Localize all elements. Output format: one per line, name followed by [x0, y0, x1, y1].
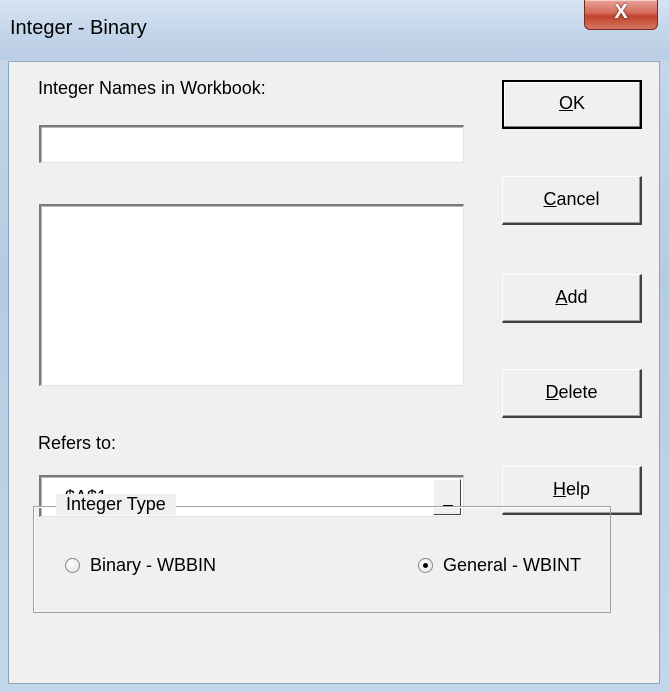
- refers-to-label: Refers to:: [38, 433, 117, 453]
- integer-names-label: Integer Names in Workbook:: [38, 78, 266, 98]
- title-bar[interactable]: Integer - Binary X: [0, 0, 669, 60]
- radio-binary-indicator: [65, 558, 80, 573]
- close-button[interactable]: X: [584, 0, 658, 30]
- ok-button[interactable]: OK: [502, 80, 642, 129]
- radio-general-indicator: [418, 558, 433, 573]
- ok-accel: O: [558, 93, 573, 113]
- add-accel: A: [555, 287, 568, 307]
- close-icon: X: [614, 1, 628, 23]
- radio-general-wbint[interactable]: General - WBINT: [418, 555, 581, 576]
- delete-button[interactable]: Delete: [502, 369, 642, 418]
- window-title: Integer - Binary: [10, 17, 147, 39]
- integer-name-input[interactable]: [39, 125, 464, 163]
- help-accel: H: [552, 479, 566, 499]
- radio-binary-wbbin[interactable]: Binary - WBBIN: [65, 555, 216, 576]
- radio-general-label: General - WBINT: [443, 555, 582, 575]
- delete-accel: D: [545, 382, 559, 402]
- radio-binary-label: Binary - WBBIN: [90, 555, 217, 575]
- cancel-accel: C: [543, 189, 557, 209]
- add-button[interactable]: Add: [502, 274, 642, 323]
- integer-type-legend: Integer Type: [56, 494, 176, 515]
- integer-names-list[interactable]: [39, 204, 464, 386]
- dialog-client-area: Integer Names in Workbook: Refers to: $A…: [8, 61, 660, 684]
- dialog-window: Integer - Binary X Integer Names in Work…: [0, 0, 669, 692]
- cancel-button[interactable]: Cancel: [502, 176, 642, 225]
